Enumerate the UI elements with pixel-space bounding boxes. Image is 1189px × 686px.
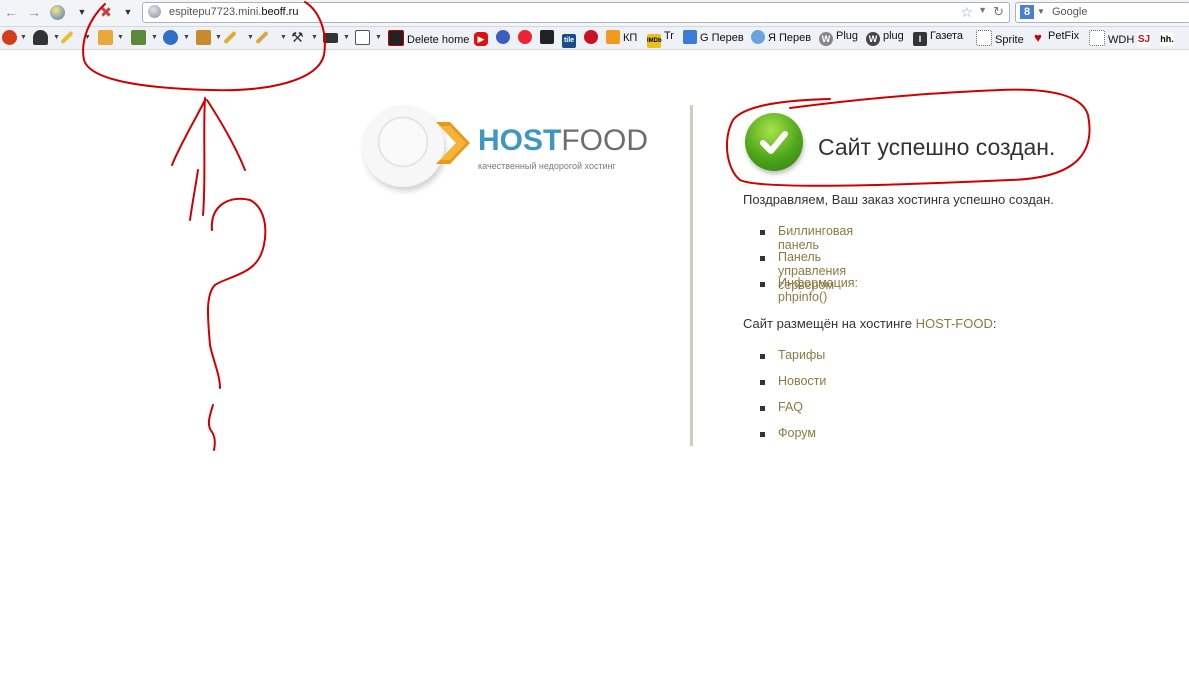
film-reel-icon [584, 30, 598, 44]
back-arrow-icon[interactable]: ← [3, 4, 19, 20]
arrow-left-head-annotation [171, 99, 206, 166]
display-dropdown-icon[interactable]: ▼ [343, 34, 350, 41]
navigation-toolbar: ← → ▼ ✖ ▼ espitepu7723.mini.beoff.ru ☆ ▼… [0, 0, 1189, 27]
user-dropdown-icon[interactable]: ▼ [53, 34, 60, 41]
reload-icon[interactable]: ↻ [993, 4, 1004, 20]
book-dropdown-icon[interactable]: ▼ [215, 34, 222, 41]
image-icon[interactable] [131, 30, 146, 45]
yandex-translate-icon [751, 30, 765, 44]
logo-tagline: качественный недорогой хостинг [478, 161, 616, 171]
clipboard-icon[interactable] [98, 30, 113, 45]
pencil-icon[interactable] [60, 30, 74, 45]
youtube-icon: ▶ [474, 32, 488, 46]
history-globe-icon[interactable] [50, 5, 65, 20]
google-search-engine-icon[interactable]: 8 [1020, 5, 1034, 19]
bookmark-soviet[interactable] [518, 30, 535, 46]
clipboard-dropdown-icon[interactable]: ▼ [117, 34, 124, 41]
layout-icon[interactable] [355, 30, 370, 45]
rss-icon [606, 30, 620, 44]
newspaper-icon: I [913, 32, 927, 46]
success-check-icon [745, 113, 803, 171]
tile-icon: tile [562, 34, 576, 48]
addon-dropdown-icon[interactable]: ▼ [120, 4, 136, 20]
bookmark-film[interactable] [584, 30, 601, 46]
block-dropdown-icon[interactable]: ▼ [20, 34, 27, 41]
book-icon[interactable] [196, 30, 211, 45]
logo-food-text: FOOD [561, 124, 649, 157]
bookmark-tr[interactable]: IMDb Tr [647, 30, 674, 48]
delete-home-icon [388, 30, 404, 46]
forward-arrow-icon[interactable]: → [26, 4, 42, 20]
bookmark-molecule[interactable] [496, 30, 513, 46]
site-identity-icon[interactable] [148, 5, 161, 18]
bookmark-star-icon[interactable]: ☆ [960, 4, 973, 21]
bookmark-petfix[interactable]: ♥ PetFix [1031, 30, 1079, 46]
bookmark-wdh[interactable]: WDH [1089, 30, 1134, 46]
molecule-icon [496, 30, 510, 44]
logo-plate-icon [362, 105, 444, 187]
arrow-shaft-annotation [202, 97, 206, 216]
marker-icon[interactable] [223, 30, 237, 45]
bookmark-printer[interactable] [540, 30, 557, 46]
hh-icon: hh. [1160, 32, 1174, 46]
address-bar[interactable]: espitepu7723.mini.beoff.ru ☆ ▼ ↻ [142, 2, 1010, 23]
search-bar[interactable]: 8 ▼ Google [1015, 2, 1189, 23]
bookmark-g-perev[interactable]: G Перев [683, 30, 744, 46]
bookmark-plug-2[interactable]: Wplug [866, 30, 904, 46]
congrats-text: Поздравляем, Ваш заказ хостинга успешно … [743, 192, 1054, 207]
history-dropdown-icon[interactable]: ▼ [74, 4, 90, 20]
question-dot-annotation [207, 404, 216, 451]
addon-icon[interactable]: ✖ [98, 4, 114, 20]
info-dropdown-icon[interactable]: ▼ [183, 34, 190, 41]
logo-arrow-icon [436, 122, 470, 164]
bookmark-tile[interactable]: tile [562, 30, 579, 48]
content-divider [690, 105, 693, 446]
image-dropdown-icon[interactable]: ▼ [151, 34, 158, 41]
star-badge-icon [518, 30, 532, 44]
arrow-left-stroke-annotation [189, 169, 199, 221]
bookmark-delete-home[interactable]: Delete home [388, 30, 469, 46]
heart-icon: ♥ [1034, 30, 1042, 45]
display-icon[interactable] [323, 33, 338, 43]
info-icon[interactable] [163, 30, 178, 45]
wordpress-icon: W [866, 32, 880, 46]
sj-icon: SJ [1137, 33, 1151, 47]
bookmark-ya-perev[interactable]: Я Перев [751, 30, 811, 46]
marker-dropdown-icon[interactable]: ▼ [247, 34, 254, 41]
hosted-on-text: Сайт размещён на хостинге HOST-FOOD: [743, 316, 997, 331]
bookmark-plug-1[interactable]: W Plug [819, 30, 858, 46]
pencil-dropdown-icon[interactable]: ▼ [84, 34, 91, 41]
ruler-icon[interactable] [255, 30, 269, 45]
translate-icon [683, 30, 697, 44]
tools-dropdown-icon[interactable]: ▼ [311, 34, 318, 41]
wdh-icon [1089, 30, 1105, 46]
hostfood-logo[interactable]: HOSTFOOD [478, 124, 648, 158]
bookmark-sj[interactable]: SJ [1137, 30, 1154, 47]
imdb-icon: IMDb [647, 34, 662, 48]
red-annotation-layer [82, 1, 1091, 451]
ruler-dropdown-icon[interactable]: ▼ [280, 34, 287, 41]
wordpress-icon: W [819, 32, 833, 46]
arrow-right-head-annotation [206, 99, 246, 171]
layout-dropdown-icon[interactable]: ▼ [375, 34, 382, 41]
search-placeholder[interactable]: Google [1052, 6, 1087, 18]
sprite-icon [976, 30, 992, 46]
bookmark-kp[interactable]: КП [606, 30, 637, 46]
url-text[interactable]: espitepu7723.mini.beoff.ru [169, 6, 298, 18]
host-food-link[interactable]: HOST-FOOD [916, 316, 993, 331]
bookmark-sprite[interactable]: Sprite [976, 30, 1024, 46]
search-engine-dropdown-icon[interactable]: ▼ [1037, 7, 1045, 16]
question-mark-annotation [206, 197, 267, 389]
block-icon[interactable] [2, 30, 17, 45]
success-title: Сайт успешно создан. [818, 134, 1056, 160]
bookmark-hh[interactable]: hh. [1160, 30, 1177, 46]
bookmark-youtube[interactable]: ▶ [474, 30, 491, 46]
tools-icon[interactable]: ⚒ [291, 30, 306, 45]
user-icon[interactable] [33, 30, 48, 45]
logo-host-text: HOST [478, 124, 562, 157]
url-dropdown-icon[interactable]: ▼ [978, 5, 987, 15]
bookmarks-toolbar: ▼ ▼ ▼ ▼ ▼ ▼ ▼ ▼ ▼ ⚒ ▼ ▼ ▼ Delete home ▶ … [0, 27, 1189, 50]
printer-icon [540, 30, 554, 44]
bookmark-gazeta[interactable]: I Газета [913, 30, 963, 46]
